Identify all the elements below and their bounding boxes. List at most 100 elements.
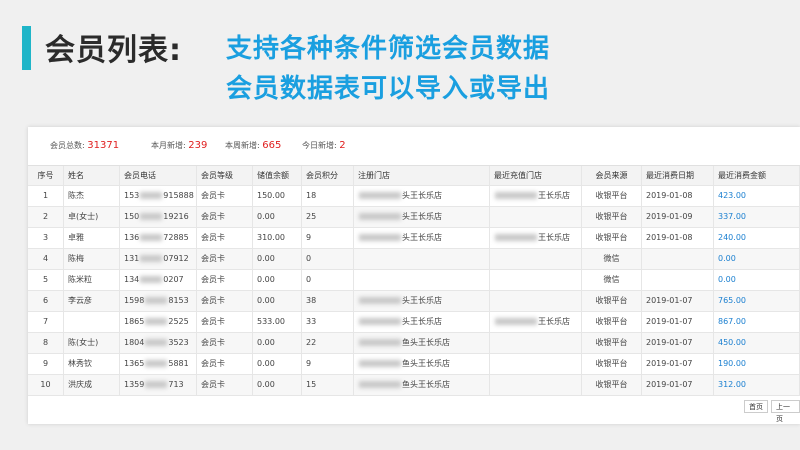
column-header[interactable]: 储值余额 <box>253 166 302 187</box>
source-cell: 收银平台 <box>582 333 642 354</box>
column-header[interactable]: 会员电话 <box>120 166 197 187</box>
date-cell <box>642 249 714 270</box>
last-purchase-date: 2019-01-08 <box>646 233 693 242</box>
row-number: 7 <box>42 317 49 326</box>
level-cell: 会员卡 <box>197 207 253 228</box>
prev-page-button[interactable]: 上一页 <box>771 400 800 423</box>
date-cell: 2019-01-07 <box>642 375 714 396</box>
table-row[interactable]: 6 李云彦 1598 8153 会员卡 0.00 38 头王长乐店 收银平台 2019-01-07… <box>28 291 800 312</box>
column-header[interactable]: 序号 <box>28 166 64 187</box>
member-table: 序号 姓名 会员电话 会员等级 储值余额 会员积分 注册门店 最近充值门店 会员来源 最近消费日期… <box>28 165 800 396</box>
column-header[interactable]: 会员来源 <box>582 166 642 187</box>
recharge-store-cell: 王长乐店 <box>490 186 582 207</box>
member-level: 会员卡 <box>201 359 225 368</box>
phone-suffix: 0207 <box>163 275 184 284</box>
recharge-store-cell <box>490 291 582 312</box>
balance-value: 150.00 <box>257 191 285 200</box>
phone-prefix: 136 <box>124 233 140 242</box>
member-level: 会员卡 <box>201 338 225 347</box>
source-cell: 收银平台 <box>582 312 642 333</box>
level-cell: 会员卡 <box>197 333 253 354</box>
table-row[interactable]: 1 陈杰 153 915888 会员卡 150.00 18 头王长乐店 王长乐店 收银平台 2019… <box>28 186 800 207</box>
balance-value: 533.00 <box>257 317 285 326</box>
table-row[interactable]: 3 卓雅 136 72885 会员卡 310.00 9 头王长乐店 王长乐店 收银平台 2019-0… <box>28 228 800 249</box>
redacted-text <box>140 213 163 220</box>
balance-value: 0.00 <box>257 338 275 347</box>
name-cell <box>64 312 120 333</box>
row-number: 2 <box>42 212 49 221</box>
phone-prefix: 1804 <box>124 338 145 347</box>
source-cell: 收银平台 <box>582 291 642 312</box>
no-cell: 2 <box>28 207 64 228</box>
recharge-store-cell: 王长乐店 <box>490 228 582 249</box>
redacted-text <box>140 234 163 241</box>
phone-suffix: 3523 <box>168 338 189 347</box>
member-name: 卓雅 <box>68 233 84 242</box>
reg-store-cell <box>354 270 490 291</box>
member-source: 收银平台 <box>595 191 628 200</box>
reg-store-cell <box>354 249 490 270</box>
member-name: 李云彦 <box>68 296 92 305</box>
column-header[interactable]: 会员积分 <box>302 166 354 187</box>
member-name: 陈米粒 <box>68 275 92 284</box>
amount-cell: 423.00 <box>714 186 800 207</box>
phone-cell: 1804 3523 <box>120 333 197 354</box>
last-purchase-amount: 765.00 <box>718 296 746 305</box>
balance-value: 0.00 <box>257 359 275 368</box>
source-cell: 微信 <box>582 270 642 291</box>
column-header[interactable]: 最近消费金额 <box>714 166 800 187</box>
points-value: 33 <box>306 317 317 326</box>
table-row[interactable]: 10 洪庆成 1359 713 会员卡 0.00 15 鱼头王长乐店 收银平台 2019-01-0… <box>28 375 800 396</box>
points-value: 22 <box>306 338 317 347</box>
table-row[interactable]: 4 陈梅 131 07912 会员卡 0.00 0 微信 0.00 <box>28 249 800 270</box>
stat-today: 今日新增: 2 <box>302 140 346 151</box>
no-cell: 8 <box>28 333 64 354</box>
points-cell: 0 <box>302 249 354 270</box>
table-row[interactable]: 2 卓(女士) 150 19216 会员卡 0.00 25 头王长乐店 收银平台 2019-01-… <box>28 207 800 228</box>
amount-cell: 240.00 <box>714 228 800 249</box>
balance-cell: 0.00 <box>253 291 302 312</box>
column-header[interactable]: 会员等级 <box>197 166 253 187</box>
last-purchase-amount: 0.00 <box>718 254 736 263</box>
redacted-text <box>495 192 537 199</box>
stat-total: 会员总数: 31371 <box>50 140 119 151</box>
column-header[interactable]: 姓名 <box>64 166 120 187</box>
name-cell: 陈梅 <box>64 249 120 270</box>
phone-prefix: 153 <box>124 191 140 200</box>
column-header[interactable]: 注册门店 <box>354 166 490 187</box>
member-list-panel: 会员总数: 31371 本月新增: 239 本周新增: 665 今日新增: 2 … <box>28 127 800 424</box>
phone-cell: 131 07912 <box>120 249 197 270</box>
name-cell: 林秀钦 <box>64 354 120 375</box>
source-cell: 收银平台 <box>582 228 642 249</box>
member-level: 会员卡 <box>201 317 225 326</box>
table-row[interactable]: 9 林秀钦 1365 5881 会员卡 0.00 9 鱼头王长乐店 收银平台 2019-01-07… <box>28 354 800 375</box>
register-store: 头王长乐店 <box>402 317 442 326</box>
reg-store-cell: 头王长乐店 <box>354 291 490 312</box>
name-cell: 陈米粒 <box>64 270 120 291</box>
subtitle-line-2: 会员数据表可以导入或导出 <box>226 74 551 104</box>
table-row[interactable]: 8 陈(女士) 1804 3523 会员卡 0.00 22 鱼头王长乐店 收银平台 2019-01… <box>28 333 800 354</box>
phone-prefix: 1865 <box>124 317 145 326</box>
first-page-button[interactable]: 首页 <box>744 400 768 413</box>
points-cell: 9 <box>302 354 354 375</box>
points-value: 18 <box>306 191 317 200</box>
member-source: 收银平台 <box>595 233 628 242</box>
phone-prefix: 1365 <box>124 359 145 368</box>
name-cell: 陈(女士) <box>64 333 120 354</box>
table-row[interactable]: 7 1865 2525 会员卡 533.00 33 头王长乐店 王长乐店 收银平台 2019-01… <box>28 312 800 333</box>
redacted-text <box>140 255 163 262</box>
phone-prefix: 1598 <box>124 296 145 305</box>
phone-suffix: 19216 <box>163 212 189 221</box>
points-value: 38 <box>306 296 317 305</box>
stat-month-value: 239 <box>188 140 208 151</box>
column-header[interactable]: 最近消费日期 <box>642 166 714 187</box>
redacted-text <box>359 213 401 220</box>
points-value: 25 <box>306 212 317 221</box>
column-header[interactable]: 最近充值门店 <box>490 166 582 187</box>
level-cell: 会员卡 <box>197 186 253 207</box>
table-row[interactable]: 5 陈米粒 134 0207 会员卡 0.00 0 微信 0.00 <box>28 270 800 291</box>
member-source: 收银平台 <box>595 296 628 305</box>
register-store: 头王长乐店 <box>402 296 442 305</box>
last-purchase-amount: 312.00 <box>718 380 746 389</box>
redacted-text <box>145 297 168 304</box>
